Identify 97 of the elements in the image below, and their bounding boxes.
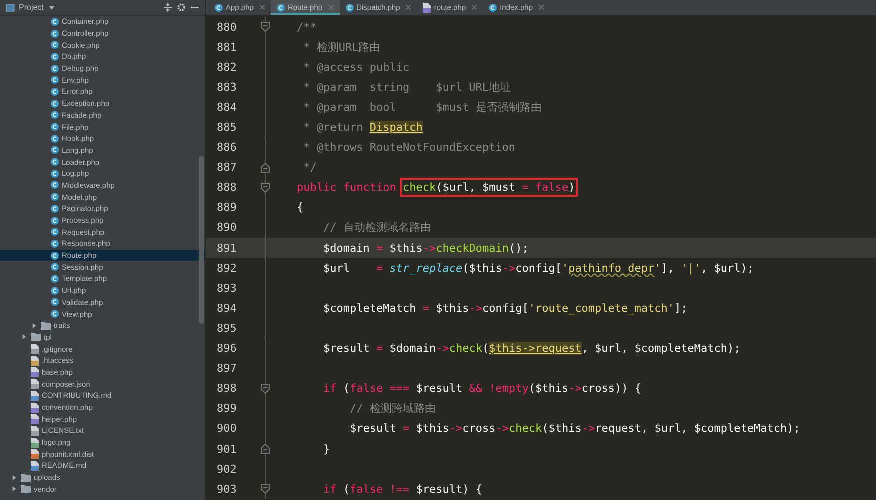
line-number: 888	[216, 181, 238, 194]
close-icon[interactable]	[328, 5, 334, 10]
class-icon	[489, 4, 498, 12]
code-line: */	[302, 161, 317, 174]
line-number: 883	[216, 80, 238, 94]
line-number: 893	[216, 282, 238, 295]
class-icon	[51, 263, 59, 272]
line-number: 891	[216, 242, 238, 255]
line-number: 882	[216, 60, 238, 74]
line-number: 895	[216, 322, 238, 335]
close-icon[interactable]	[406, 5, 412, 10]
line-number: 899	[216, 402, 238, 416]
class-icon	[51, 286, 59, 295]
code-line: * @throws RouteNotFoundException	[302, 141, 516, 154]
code-line: * @access public	[302, 60, 410, 74]
expand-arrow-icon[interactable]	[12, 474, 17, 481]
class-icon	[51, 252, 59, 260]
line-number: 896	[216, 342, 238, 356]
panel-title[interactable]: Project	[19, 3, 44, 12]
code-line: /**	[296, 20, 317, 34]
class-icon	[276, 4, 285, 12]
class-icon	[51, 170, 59, 178]
line-number: 902	[216, 462, 238, 476]
code-line: $completeMatch = $this->config['route_complete_match'];	[322, 302, 688, 315]
class-icon	[51, 134, 59, 143]
class-icon	[51, 158, 59, 166]
expand-arrow-icon[interactable]	[22, 334, 27, 340]
close-icon[interactable]	[472, 5, 478, 10]
line-number: 894	[216, 302, 238, 315]
code-line: * @return Dispatch	[302, 121, 423, 134]
line-number: 890	[216, 221, 238, 234]
code-line: $result = $this->cross->check($this->request, $url, $completeMatch);	[348, 422, 800, 436]
code-line: $url = str_replace($this->config['pathinfo_depr'], '|', $url);	[322, 262, 754, 275]
code-line: $domain = $this->checkDomain();	[322, 242, 529, 255]
line-number: 885	[216, 121, 238, 134]
line-number: 898	[216, 382, 238, 396]
file-icon	[423, 2, 432, 12]
code-line: * 检测URL路由	[302, 40, 381, 55]
line-number: 900	[216, 422, 238, 436]
scrollbar-thumb[interactable]	[199, 156, 204, 324]
line-number: 881	[216, 40, 238, 54]
class-icon	[215, 4, 223, 12]
class-icon	[51, 228, 59, 236]
class-icon	[51, 41, 59, 50]
class-icon	[51, 298, 59, 306]
class-icon	[51, 88, 59, 96]
expand-arrow-icon[interactable]	[12, 486, 17, 492]
fold-marker-icon[interactable]	[260, 162, 270, 173]
code-line: public function check($url, $must = false)	[275, 181, 576, 194]
fold-marker-icon[interactable]	[260, 384, 270, 394]
class-icon	[51, 30, 59, 38]
line-number: 880	[216, 20, 238, 34]
collapse-icon[interactable]	[164, 3, 172, 12]
code-line: $result = $domain->check($this->request, $url, $completeMatch);	[322, 342, 741, 356]
settings-icon[interactable]	[177, 3, 186, 12]
class-icon	[51, 310, 59, 318]
class-icon	[51, 52, 59, 61]
class-icon	[51, 100, 59, 108]
code-line: * @param string $url URL地址	[302, 80, 512, 95]
line-number: 897	[216, 362, 238, 376]
code-line: }	[322, 442, 330, 456]
line-number: 903	[216, 482, 238, 496]
code-line: {	[296, 201, 304, 214]
line-number: 887	[216, 161, 238, 174]
code-line: if (false !== $result) {	[322, 482, 482, 496]
class-icon	[346, 4, 354, 12]
class-icon	[51, 76, 59, 84]
class-icon	[51, 123, 59, 132]
code-line: if (false === $result && !empty($this->cross)) {	[322, 382, 642, 396]
code-line: // 自动检测域名路由	[322, 220, 432, 236]
line-number: 901	[216, 442, 238, 456]
close-icon[interactable]	[539, 5, 544, 10]
project-icon	[6, 4, 15, 12]
class-icon	[51, 64, 59, 73]
line-number: 892	[216, 262, 238, 275]
code-line: * @param bool $must 是否强制路由	[302, 100, 542, 115]
class-icon	[51, 18, 59, 26]
fold-marker-icon[interactable]	[260, 444, 270, 454]
class-icon	[51, 111, 59, 120]
code-line: // 检测跨域路由	[348, 401, 436, 416]
class-icon	[51, 181, 59, 190]
line-number: 884	[216, 100, 238, 114]
class-icon	[51, 240, 59, 248]
line-number: 886	[216, 141, 238, 154]
expand-arrow-icon[interactable]	[32, 322, 37, 329]
class-icon	[51, 193, 59, 202]
fold-marker-icon[interactable]	[260, 182, 270, 193]
class-icon	[51, 216, 59, 225]
dropdown-caret-icon[interactable]	[48, 6, 55, 10]
class-icon	[51, 204, 59, 213]
line-number: 889	[216, 201, 238, 214]
fold-marker-icon[interactable]	[260, 484, 270, 494]
minimize-icon[interactable]	[191, 6, 199, 8]
class-icon	[51, 274, 59, 283]
class-icon	[51, 146, 59, 154]
fold-marker-icon[interactable]	[260, 22, 270, 32]
close-icon[interactable]	[260, 5, 265, 10]
